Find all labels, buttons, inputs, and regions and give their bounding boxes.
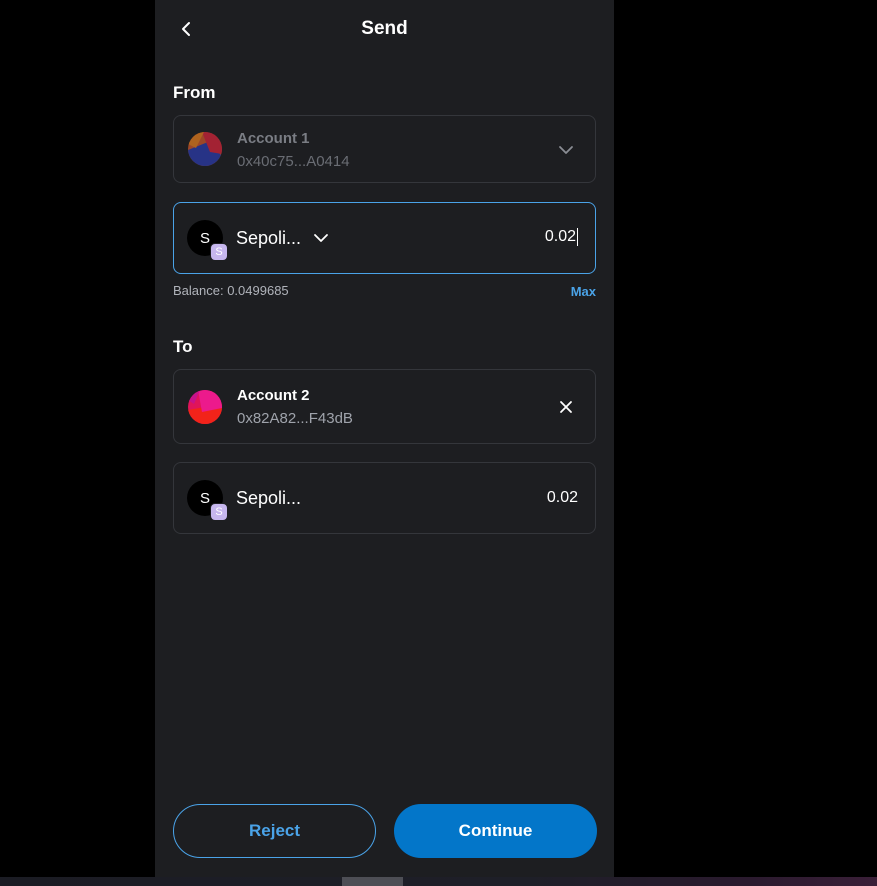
from-account-selector[interactable]: Account 1 0x40c75...A0414 xyxy=(173,115,596,183)
from-account-name: Account 1 xyxy=(237,130,310,147)
receive-asset-card: S S Sepoli... 0.02 xyxy=(173,462,596,534)
token-selector-label[interactable]: Sepoli... xyxy=(236,228,301,249)
chevron-down-icon xyxy=(314,234,328,242)
to-label: To xyxy=(173,337,193,356)
to-account-name: Account 2 xyxy=(237,387,310,404)
text-caret xyxy=(577,228,578,246)
chevron-down-icon xyxy=(559,146,573,154)
page-title: Send xyxy=(361,18,408,39)
network-badge-letter: S xyxy=(215,506,223,518)
from-account-address: 0x40c75...A0414 xyxy=(237,153,350,170)
header: Send xyxy=(155,0,614,58)
continue-button[interactable]: Continue xyxy=(394,804,597,858)
amount-input-card[interactable]: S S Sepoli... 0.02 xyxy=(173,202,596,274)
account-2-avatar xyxy=(188,390,222,424)
to-account-address: 0x82A82...F43dB xyxy=(237,410,353,427)
network-badge: S xyxy=(210,243,228,261)
network-badge: S xyxy=(210,503,228,521)
balance-text: Balance: 0.0499685 xyxy=(173,283,289,298)
amount-input[interactable]: 0.02 xyxy=(545,228,578,246)
taskbar-active-item[interactable] xyxy=(342,877,403,886)
receive-amount: 0.02 xyxy=(546,489,578,506)
send-panel: Send From Account 1 0x40c75...A0414 S S … xyxy=(155,0,614,877)
from-label: From xyxy=(173,83,216,102)
network-badge-letter: S xyxy=(215,246,223,258)
recipient-card: Account 2 0x82A82...F43dB xyxy=(173,369,596,444)
reject-button[interactable]: Reject xyxy=(173,804,376,858)
token-logo-letter: S xyxy=(199,229,210,247)
clear-recipient-button[interactable] xyxy=(554,395,578,419)
amount-value: 0.02 xyxy=(544,228,576,246)
account-1-avatar xyxy=(188,132,222,166)
close-icon xyxy=(560,401,572,413)
max-button[interactable]: Max xyxy=(571,284,596,299)
receive-token-label: Sepoli... xyxy=(236,488,302,508)
token-logo-letter: S xyxy=(199,489,210,507)
taskbar xyxy=(0,877,877,886)
token-dropdown-button[interactable] xyxy=(309,226,333,250)
account-dropdown-button[interactable] xyxy=(554,138,578,162)
